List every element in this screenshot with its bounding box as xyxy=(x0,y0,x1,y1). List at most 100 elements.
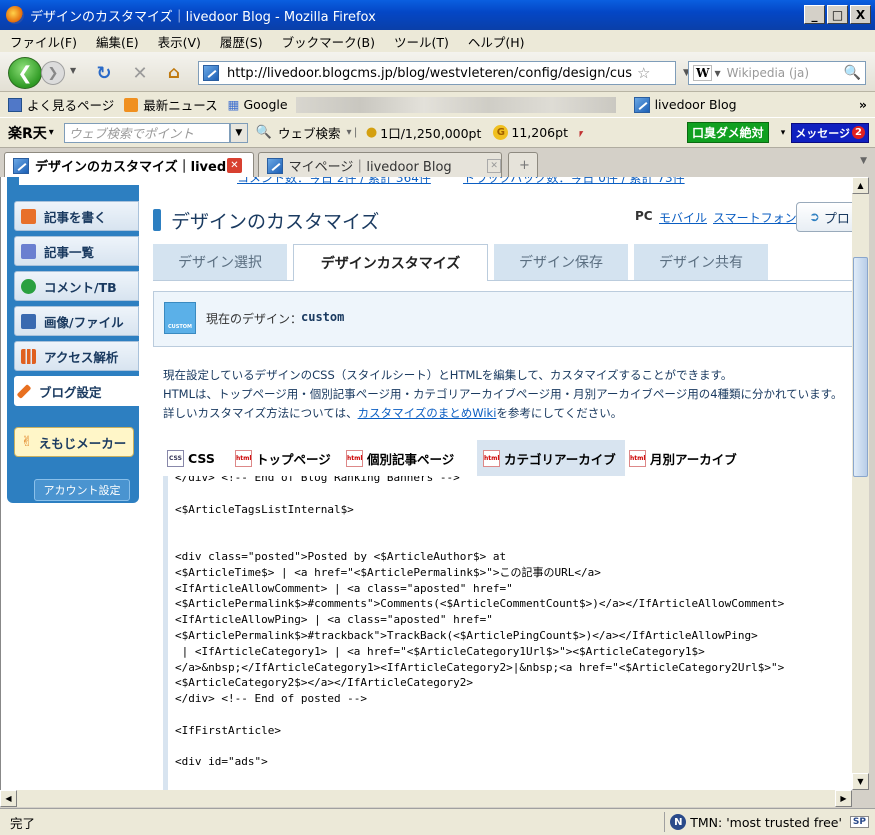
code-editor[interactable]: </div> <!-- End of Blog Ranking Banners … xyxy=(168,476,852,790)
scroll-right-icon[interactable]: ▶ xyxy=(835,790,852,807)
tab-design-share[interactable]: デザイン共有 xyxy=(634,244,768,280)
html-file-icon: html xyxy=(483,450,500,467)
menu-tools[interactable]: ツール(T) xyxy=(394,32,449,51)
chevron-down-icon[interactable]: ▾ xyxy=(49,127,54,138)
close-tab-icon[interactable]: ✕ xyxy=(487,158,501,173)
tab-design-customize[interactable]: デザインのカスタマイズ｜lived... ✕ xyxy=(4,152,254,178)
pencil-icon xyxy=(21,208,36,224)
page-content: コメント数：今日 2件 / 累計 364件 トラックバック数：今日 0件 / 累… xyxy=(0,177,852,790)
wrench-icon xyxy=(16,383,32,399)
menu-history[interactable]: 履歴(S) xyxy=(220,32,263,51)
scroll-up-icon[interactable]: ▲ xyxy=(852,177,869,194)
bookmark-latest-news[interactable]: 最新ニュース xyxy=(143,95,217,114)
message-button[interactable]: メッセージ 2 xyxy=(791,122,869,143)
rakuten-search-button[interactable]: ウェブ検索 xyxy=(278,123,341,142)
search-bar[interactable]: W ▼ Wikipedia (ja) 🔍 xyxy=(688,61,866,85)
sidebar-item-write[interactable]: 記事を書く xyxy=(14,201,139,231)
pc-label: PC xyxy=(635,209,653,223)
minimize-button[interactable]: _ xyxy=(804,5,825,24)
menu-file[interactable]: ファイル(F) xyxy=(10,32,77,51)
code-line: <$ArticleCategory2$></a></IfArticleCateg… xyxy=(175,676,474,690)
sp-badge[interactable]: SP xyxy=(849,816,869,828)
url-bar[interactable]: http://livedoor.blogcms.jp/blog/westvlet… xyxy=(198,61,676,85)
search-placeholder: Wikipedia (ja) xyxy=(726,66,810,80)
stop-icon[interactable]: ✕ xyxy=(128,61,152,85)
sidebar-item-images[interactable]: 画像/ファイル xyxy=(14,306,139,336)
maximize-button[interactable]: □ xyxy=(827,5,848,24)
wikipedia-icon[interactable]: W xyxy=(693,65,713,81)
search-icon[interactable]: 🔍 xyxy=(844,65,861,81)
scroll-left-icon[interactable]: ◀ xyxy=(0,790,17,807)
tab-list-icon[interactable]: ▼ xyxy=(860,156,867,166)
code-line: <$ArticleTagsListInternal$> xyxy=(175,502,354,516)
menu-view[interactable]: 表示(V) xyxy=(158,32,201,51)
preview-icon: ➲ xyxy=(809,209,820,225)
emoji-maker-button[interactable]: ✌ えもじメーカー xyxy=(14,427,134,457)
window-title: デザインのカスタマイズ｜livedoor Blog - Mozilla Fire… xyxy=(30,9,376,25)
file-tab-monthly[interactable]: html 月別アーカイブ xyxy=(629,440,737,476)
menu-help[interactable]: ヘルプ(H) xyxy=(468,32,525,51)
dot-icon: ▾ xyxy=(780,127,786,138)
vertical-scrollbar[interactable]: ▲ ▼ xyxy=(852,177,869,790)
trackback-count[interactable]: トラックバック数：今日 0件 / 累計 73件 xyxy=(463,177,685,186)
scroll-thumb[interactable] xyxy=(853,257,868,477)
sidebar-item-analytics[interactable]: アクセス解析 xyxy=(14,341,139,371)
file-tab-css[interactable]: CSS CSS xyxy=(167,440,215,476)
sidebar-item-settings[interactable]: ブログ設定 xyxy=(14,376,139,406)
close-button[interactable]: X xyxy=(850,5,871,24)
sidebar-item-articles[interactable]: 記事一覧 xyxy=(14,236,139,266)
design-thumbnail: CUSTOM xyxy=(164,302,196,334)
status-text: 完了 xyxy=(10,815,36,831)
rakuten-search-input[interactable]: ウェブ検索でポイント xyxy=(63,122,230,143)
comment-count[interactable]: コメント数：今日 2件 / 累計 364件 xyxy=(237,177,431,186)
bookmark-most-visited[interactable]: よく見るページ xyxy=(27,95,114,114)
engine-dropdown-icon[interactable]: ▼ xyxy=(714,69,720,78)
home-icon[interactable]: ⌂ xyxy=(162,61,186,85)
tmn-icon[interactable]: N xyxy=(670,814,687,830)
code-line: </div> <!-- End of posted --> xyxy=(175,692,368,706)
forward-button[interactable]: ❯ xyxy=(41,61,65,85)
account-settings-button[interactable]: アカウント設定 xyxy=(34,479,130,501)
file-tab-label: 個別記事ページ xyxy=(367,451,455,467)
horizontal-scrollbar[interactable]: ◀ ▶ xyxy=(0,790,852,807)
emoji-maker-label: えもじメーカー xyxy=(38,435,127,451)
bar-chart-icon xyxy=(21,348,36,364)
back-button[interactable]: ❮ xyxy=(8,57,42,89)
file-tab-entry[interactable]: html 個別記事ページ xyxy=(346,440,454,476)
preview-button[interactable]: ➲ プロ xyxy=(796,202,852,232)
message-count: 2 xyxy=(852,126,865,139)
close-tab-icon[interactable]: ✕ xyxy=(227,158,242,173)
desc-line-1: 現在設定しているデザインのCSS（スタイルシート）とHTMLを編集して、カスタマ… xyxy=(163,368,733,382)
reload-icon[interactable]: ↻ xyxy=(92,61,116,85)
menu-edit[interactable]: 編集(E) xyxy=(96,32,139,51)
new-tab-button[interactable]: + xyxy=(508,152,538,178)
html-file-icon: html xyxy=(346,449,363,467)
file-tab-top[interactable]: html トップページ xyxy=(235,440,331,476)
code-line: <$ArticleTime$> | <a href="<$ArticlePerm… xyxy=(175,565,601,579)
rakuten-logo[interactable]: 楽R天 xyxy=(8,123,47,143)
wiki-link[interactable]: カスタマイズのまとめWiki xyxy=(358,406,497,420)
menu-bookmarks[interactable]: ブックマーク(B) xyxy=(282,32,375,51)
tab-my-page[interactable]: マイページ｜livedoor Blog ✕ xyxy=(258,152,502,178)
smartphone-link[interactable]: スマートフォン xyxy=(713,209,797,226)
sidebar-item-comments[interactable]: コメント/TB xyxy=(14,271,139,301)
page-title: デザインのカスタマイズ xyxy=(171,211,380,233)
file-tab-category[interactable]: html カテゴリアーカイブ xyxy=(477,440,625,477)
rakuten-dropdown-icon[interactable]: ▼ xyxy=(229,122,248,143)
bookmark-star-icon[interactable]: ☆ xyxy=(637,64,650,82)
scroll-down-icon[interactable]: ▼ xyxy=(852,773,869,790)
mobile-link[interactable]: モバイル xyxy=(659,209,707,226)
chevron-right-icon[interactable]: » xyxy=(859,97,867,112)
tmn-text: TMN: 'most trusted free' xyxy=(690,814,842,830)
site-favicon-icon xyxy=(203,65,219,81)
logout-icon[interactable]: ⎖ xyxy=(576,125,586,141)
ad-badge-button[interactable]: 口臭ダメ絶対 xyxy=(687,122,769,143)
tab-design-save[interactable]: デザイン保存 xyxy=(494,244,628,280)
bookmark-livedoor[interactable]: livedoor Blog xyxy=(655,97,737,112)
tab-design-select[interactable]: デザイン選択 xyxy=(153,244,287,280)
bookmark-google[interactable]: Google xyxy=(243,97,287,112)
history-dropdown-icon[interactable]: ▼ xyxy=(70,66,76,75)
tab-design-customize[interactable]: デザインカスタマイズ xyxy=(293,244,488,281)
search-icon: 🔍 xyxy=(255,125,272,140)
